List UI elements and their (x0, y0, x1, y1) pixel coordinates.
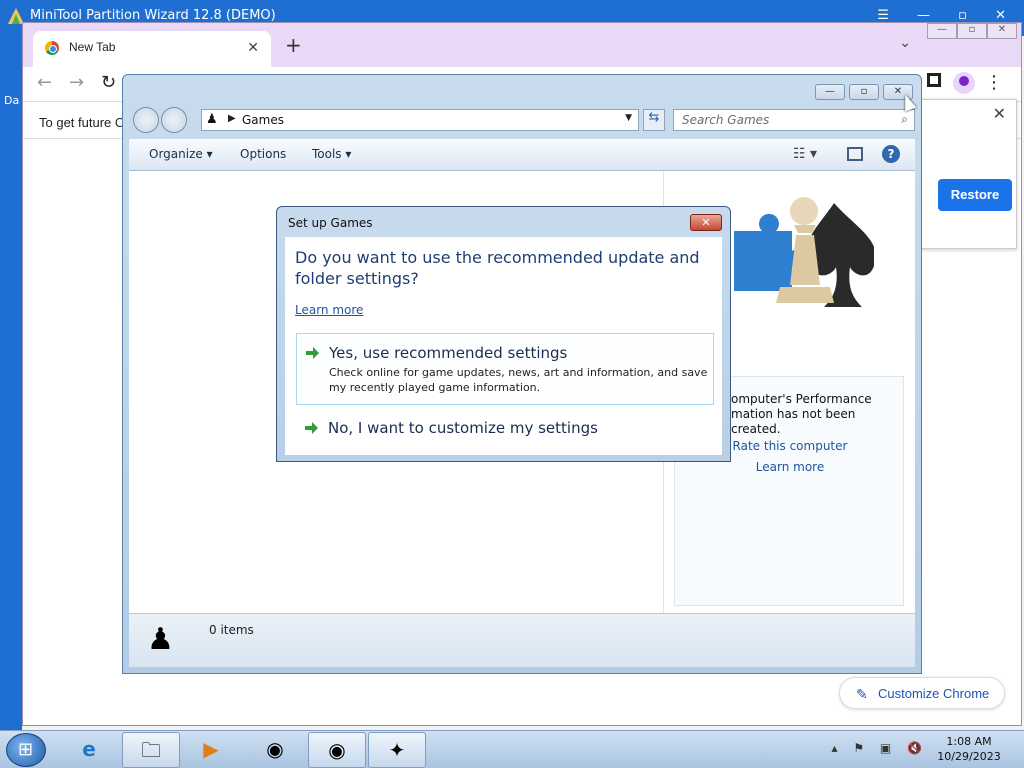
profile-avatar-icon[interactable] (953, 72, 975, 94)
address-bar[interactable]: ♟ ▶ Games ▼ (201, 109, 639, 131)
performance-learn-more-link[interactable]: Learn more (675, 460, 905, 474)
restore-card-close-icon[interactable]: ✕ (993, 104, 1006, 123)
dialog-close-button[interactable]: ✕ (690, 214, 722, 231)
file-explorer-icon[interactable]: 🗀 (122, 732, 180, 768)
forward-button[interactable] (161, 107, 187, 133)
items-count: 0 items (209, 623, 254, 637)
use-recommended-settings-option[interactable]: Yes, use recommended settings Check onli… (296, 333, 714, 405)
restore-button[interactable]: Restore (938, 179, 1012, 211)
chrome-window-controls: — ▫ ✕ (927, 23, 1017, 39)
views-icon[interactable]: ☷ ▾ (793, 146, 817, 162)
clock[interactable]: 1:08 AM 10/29/2023 (934, 734, 1004, 764)
taskbar: e 🗀 ▶ ◉ ◉ ✦ ▴ ⚑ ▣ 🔇 1:08 AM 10/29/2023 (0, 730, 1024, 768)
chrome-maximize-button[interactable]: ▫ (957, 23, 987, 39)
command-bar: Organize ▾ Options Tools ▾ ☷ ▾ ? (129, 139, 915, 171)
chrome-close-button[interactable]: ✕ (987, 23, 1017, 39)
dialog-question: Do you want to use the recommended updat… (295, 248, 700, 288)
search-input[interactable]: Search Games ⌕ (673, 109, 915, 131)
performance-text: omputer's Performance mation has not bee… (731, 392, 872, 436)
preview-pane-icon[interactable] (847, 147, 863, 161)
customize-chrome-button[interactable]: ✎ Customize Chrome (839, 677, 1005, 709)
restore-pages-card: ✕ Restore (917, 99, 1017, 249)
chess-pieces-icon (734, 197, 874, 307)
dialog-title: Set up Games (288, 216, 373, 230)
back-button[interactable] (133, 107, 159, 133)
minitool-title: MiniTool Partition Wizard 12.8 (DEMO) (30, 8, 276, 23)
games-status-icon: ♟ (147, 622, 174, 657)
customize-settings-option[interactable]: No, I want to customize my settings (296, 412, 714, 444)
side-panel-icon[interactable] (927, 73, 941, 87)
dialog-learn-more-link[interactable]: Learn more (295, 303, 363, 317)
green-arrow-icon (305, 422, 318, 434)
recommended-option-desc: Check online for game updates, news, art… (329, 366, 708, 394)
tab-new-tab[interactable]: New Tab ✕ (33, 31, 271, 67)
explorer-window-controls: — ▫ ✕ (815, 84, 913, 100)
minitool-taskbar-icon[interactable]: ✦ (368, 732, 426, 768)
refresh-icon[interactable]: ⇆ (643, 109, 665, 131)
chrome-menu-icon[interactable]: ⋮ (985, 72, 1003, 93)
pencil-icon: ✎ (856, 686, 868, 702)
customize-option-title: No, I want to customize my settings (328, 419, 598, 437)
minitool-window-controls[interactable]: ☰ — ▫ ✕ (877, 8, 1018, 23)
address-row: ♟ ▶ Games ▼ ⇆ Search Games ⌕ (131, 107, 915, 133)
help-icon[interactable]: ? (882, 145, 900, 163)
chrome-taskbar-icon[interactable]: ◉ (246, 732, 304, 768)
address-dropdown-icon[interactable]: ▼ (625, 113, 632, 123)
search-icon[interactable]: ⌕ (901, 112, 908, 127)
new-tab-plus-icon[interactable]: + (285, 33, 302, 57)
forward-arrow-icon[interactable]: → (69, 72, 84, 93)
clock-time: 1:08 AM (946, 735, 992, 748)
chrome-minimize-button[interactable]: — (927, 23, 957, 39)
reload-icon[interactable]: ↻ (101, 72, 116, 93)
breadcrumb-separator-icon[interactable]: ▶ (228, 113, 236, 124)
media-player-icon[interactable]: ▶ (182, 732, 240, 768)
chrome-tabstrip: New Tab ✕ + ⌄ — ▫ ✕ (23, 23, 1021, 67)
minitool-sidebar: Da (0, 36, 22, 730)
tab-label: New Tab (69, 40, 116, 54)
chrome-tab-icon (45, 41, 59, 55)
chrome-profile-taskbar-icon[interactable]: ◉ (308, 732, 366, 768)
tools-menu[interactable]: Tools ▾ (312, 147, 351, 161)
options-menu[interactable]: Options (240, 147, 286, 161)
customize-label: Customize Chrome (878, 686, 990, 701)
system-tray[interactable]: ▴ ⚑ ▣ 🔇 (831, 741, 928, 755)
search-placeholder: Search Games (682, 113, 770, 127)
setup-games-dialog: Set up Games ✕ Do you want to use the re… (276, 206, 731, 462)
status-bar: ♟ 0 items (129, 613, 915, 667)
explorer-minimize-button[interactable]: — (815, 84, 845, 100)
recommended-option-title: Yes, use recommended settings (329, 344, 568, 362)
back-arrow-icon[interactable]: ← (37, 72, 52, 93)
green-arrow-icon (306, 347, 319, 359)
nav-buttons (133, 107, 191, 133)
games-folder-icon: ♟ (206, 112, 218, 127)
infobar-text: To get future C (39, 115, 125, 130)
tab-close-icon[interactable]: ✕ (247, 39, 259, 56)
dialog-body: Do you want to use the recommended updat… (285, 237, 722, 455)
tab-search-chevron-icon[interactable]: ⌄ (899, 35, 911, 51)
organize-menu[interactable]: Organize ▾ (149, 147, 213, 161)
clock-date: 10/29/2023 (937, 750, 1001, 763)
minitool-sidebar-text: Da (4, 94, 20, 107)
explorer-maximize-button[interactable]: ▫ (849, 84, 879, 100)
address-text: Games (242, 113, 284, 127)
internet-explorer-icon[interactable]: e (60, 732, 118, 768)
start-button[interactable] (6, 733, 46, 767)
